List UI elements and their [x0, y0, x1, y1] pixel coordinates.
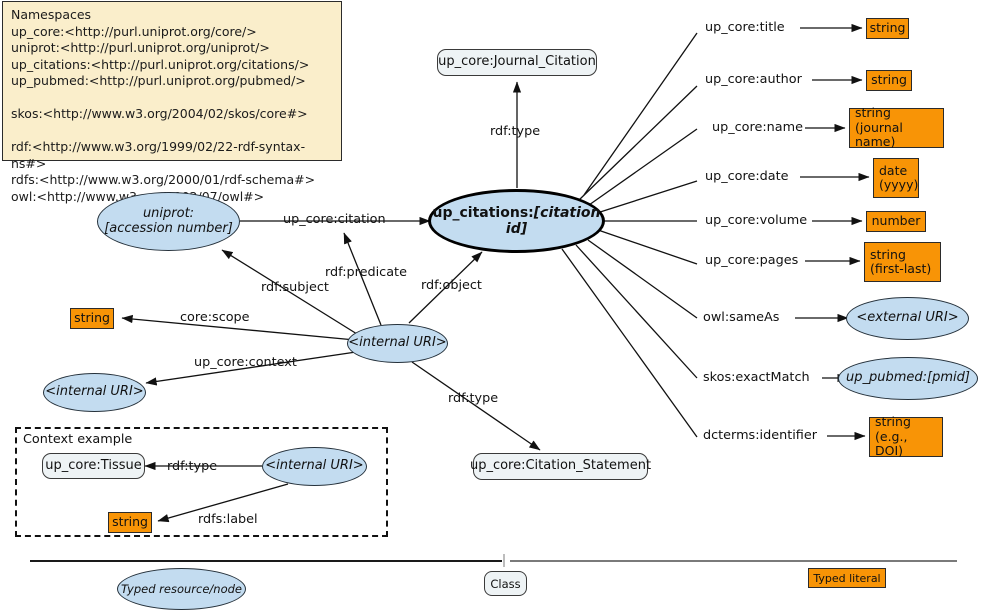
resource-node-main-citation-label: up_citations:[citation id] [431, 205, 602, 237]
resource-node-internal-uri-center-label: <internal URI> [348, 335, 447, 351]
resource-node-pubmed-label: up_pubmed:[pmid] [846, 370, 970, 386]
edge-label-up-core-context: up_core:context [194, 355, 297, 370]
resource-node-external-uri: <external URI> [846, 297, 969, 340]
resource-node-internal-uri-context: <internal URI> [43, 373, 146, 412]
edge-label-up-core-volume: up_core:volume [705, 213, 808, 228]
edge-label-up-core-title: up_core:title [705, 20, 785, 35]
legend-divider-tick [503, 554, 505, 567]
edge-label-skos-exactmatch: skos:exactMatch [703, 370, 810, 385]
class-node-citation-statement: up_core:Citation_Statement [469, 453, 652, 480]
literal-date: date (yyyy) [873, 158, 919, 198]
legend-class: Class [484, 571, 527, 596]
resource-node-external-uri-label: <external URI> [856, 310, 959, 326]
literal-title-string-label: string [869, 20, 906, 36]
literal-name-string-label: string (journal name) [855, 106, 938, 149]
literal-identifier-line2: (e.g., DOI) [875, 428, 908, 459]
edge-label-rdf-type-statement: rdf:type [448, 391, 499, 406]
edge-label-up-core-date: up_core:date [705, 169, 789, 184]
literal-author-string: string [866, 70, 912, 91]
edge-label-up-core-name: up_core:name [712, 120, 803, 135]
legend-typed-literal-label: Typed literal [813, 571, 881, 585]
literal-context-label-string-label: string [112, 514, 148, 530]
resource-node-pubmed: up_pubmed:[pmid] [838, 357, 978, 400]
resource-node-context-internal-uri-label: <internal URI> [265, 458, 364, 474]
edge-label-owl-sameas: owl:sameAs [703, 310, 780, 325]
literal-name-line2: (journal name) [855, 119, 903, 150]
edge-label-rdfs-label: rdfs:label [198, 512, 258, 527]
literal-author-string-label: string [871, 72, 907, 88]
literal-pages-line2: (first-last) [870, 261, 932, 276]
context-example-title: Context example [23, 432, 133, 447]
edge-label-rdf-type-context: rdf:type [167, 459, 218, 474]
literal-date-line1: date [879, 162, 908, 178]
literal-name-string: string (journal name) [849, 106, 944, 149]
main-citation-prefix: up_citations: [432, 204, 534, 221]
class-node-tissue: up_core:Tissue [42, 453, 145, 479]
legend-class-label: Class [490, 576, 521, 591]
resource-node-uniprot-accession-label: uniprot: [accession number] [104, 205, 233, 237]
literal-context-label-string: string [108, 512, 152, 533]
edge-label-rdf-subject: rdf:subject [261, 280, 329, 295]
resource-node-context-internal-uri: <internal URI> [262, 447, 367, 486]
legend-typed-resource: Typed resource/node [117, 568, 246, 610]
resource-node-internal-uri-context-label: <internal URI> [45, 384, 144, 400]
literal-pages-line1: string [870, 246, 906, 262]
resource-node-internal-uri-center: <internal URI> [347, 324, 448, 363]
class-node-tissue-label: up_core:Tissue [45, 457, 142, 473]
literal-pages-string-label: string (first-last) [870, 246, 935, 277]
rdf-diagram-canvas: Namespaces up_core:<http://purl.uniprot.… [0, 0, 987, 614]
literal-date-line2: (yyyy) [879, 177, 919, 192]
literal-core-scope-string-label: string [74, 310, 110, 326]
edge-label-dcterms-identifier: dcterms:identifier [703, 428, 817, 443]
literal-pages-string: string (first-last) [864, 242, 941, 282]
literal-date-label: date (yyyy) [879, 162, 918, 193]
legend-divider-left [30, 560, 502, 562]
legend-typed-resource-label: Typed resource/node [121, 582, 242, 596]
class-node-citation-statement-label: up_core:Citation_Statement [469, 458, 652, 474]
literal-volume-number-label: number [871, 213, 921, 229]
edge-label-up-core-citation: up_core:citation [283, 212, 386, 227]
uniprot-local: [accession number] [104, 220, 233, 236]
edge-label-rdf-type-journal: rdf:type [490, 124, 541, 139]
legend-divider-right [510, 560, 957, 562]
resource-node-main-citation: up_citations:[citation id] [428, 189, 605, 253]
edge-label-up-core-pages: up_core:pages [705, 253, 799, 268]
resource-node-uniprot-accession: uniprot: [accession number] [97, 192, 240, 251]
edge-label-rdf-object: rdf:object [421, 278, 482, 293]
uniprot-prefix: uniprot: [142, 205, 195, 221]
namespaces-panel: Namespaces up_core:<http://purl.uniprot.… [2, 1, 342, 204]
edge-label-up-core-author: up_core:author [705, 72, 802, 87]
literal-identifier-string: string (e.g., DOI) [869, 415, 943, 458]
legend-typed-literal: Typed literal [808, 568, 886, 588]
literal-identifier-line1: string [875, 414, 911, 430]
literal-identifier-string-label: string (e.g., DOI) [875, 415, 937, 458]
literal-title-string: string [866, 18, 909, 39]
edge-label-rdf-predicate: rdf:predicate [325, 265, 407, 280]
literal-core-scope-string: string [70, 308, 114, 329]
literal-volume-number: number [866, 211, 926, 232]
class-node-journal-citation-label: up_core:Journal_Citation [438, 54, 596, 70]
literal-name-line1: string [855, 105, 891, 121]
class-node-journal-citation: up_core:Journal_Citation [437, 49, 597, 76]
edge-label-core-scope: core:scope [180, 310, 250, 325]
